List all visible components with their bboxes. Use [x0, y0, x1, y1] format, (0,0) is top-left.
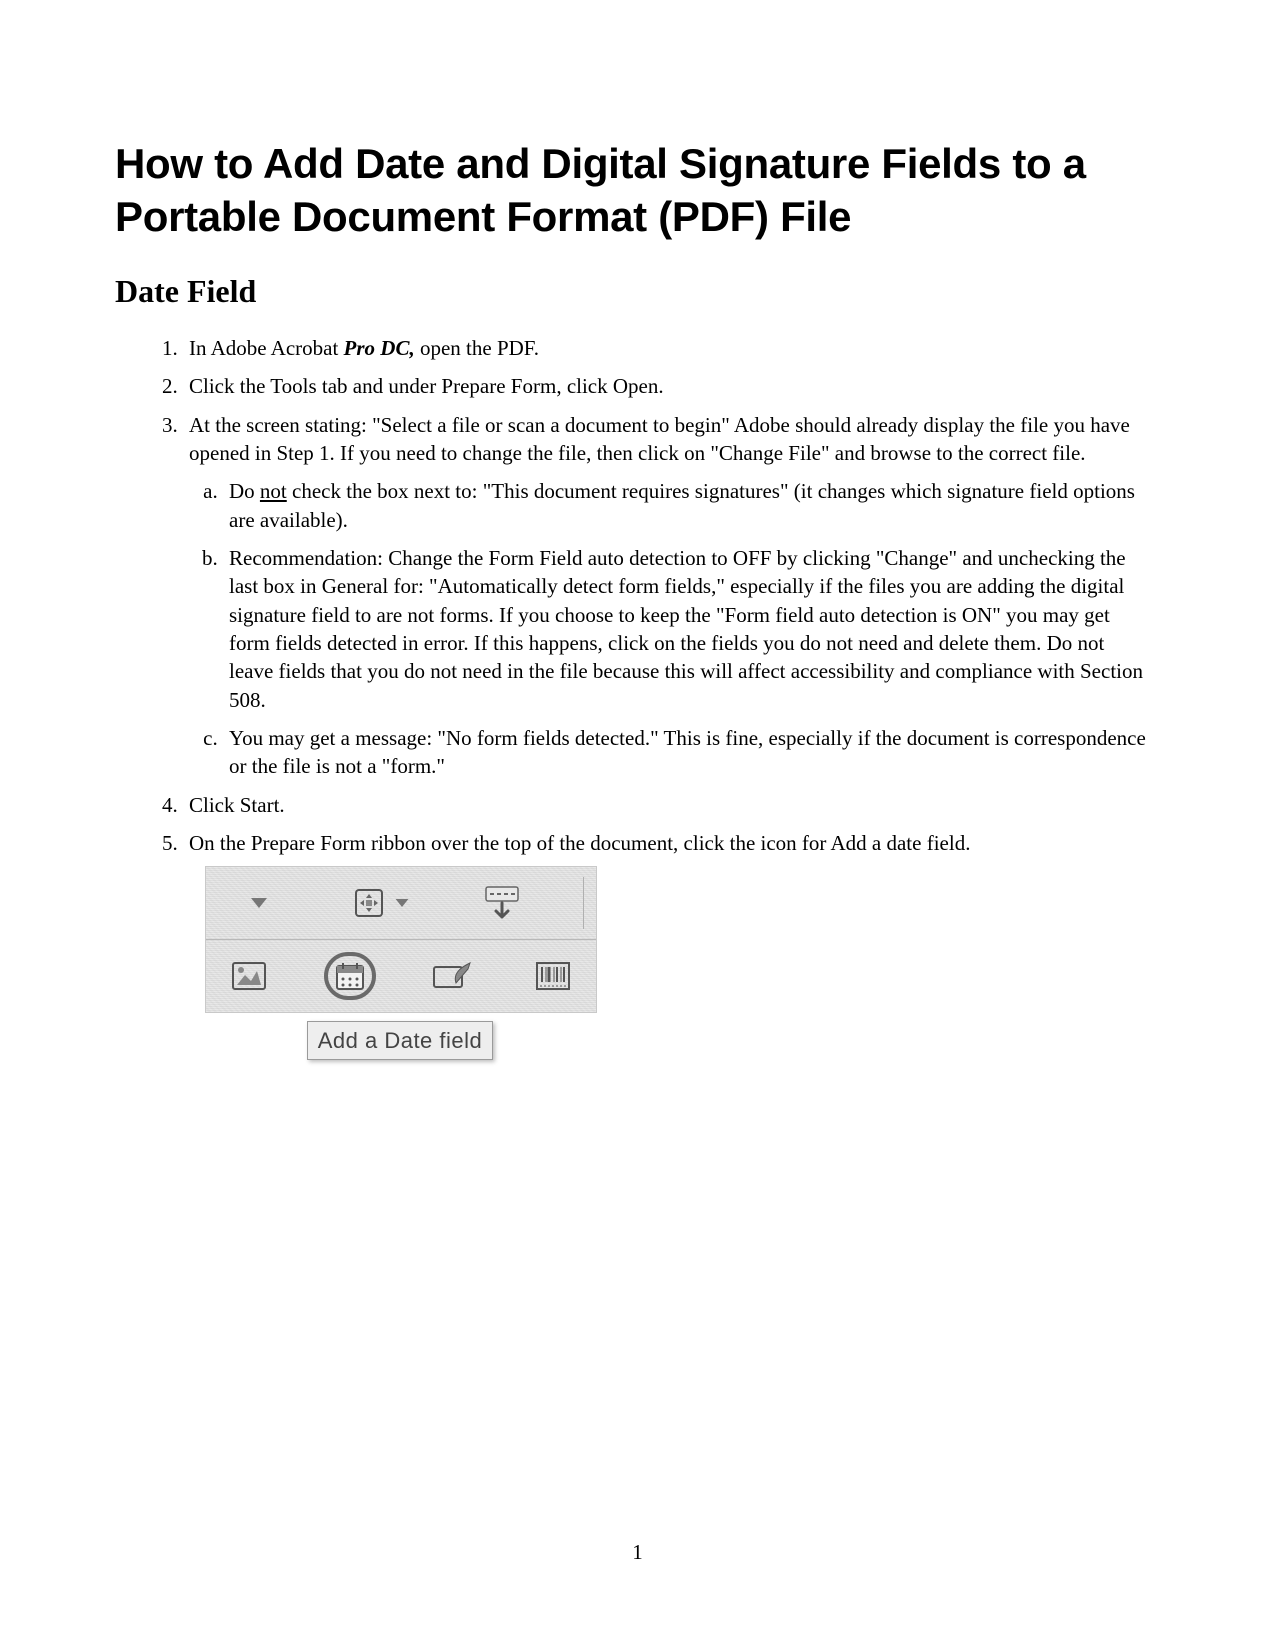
step-3a-underline: not [260, 479, 287, 503]
prepare-form-toolbar [205, 866, 597, 1013]
step-3b: Recommendation: Change the Form Field au… [223, 544, 1150, 714]
dropdown-arrow-icon [394, 897, 410, 909]
toolbar-separator [583, 877, 584, 929]
image-field-icon [231, 961, 267, 991]
step-5-text: On the Prepare Form ribbon over the top … [189, 831, 970, 855]
document-page: How to Add Date and Digital Signature Fi… [0, 0, 1275, 1060]
date-field-tooltip: Add a Date field [307, 1021, 494, 1061]
step-3c: You may get a message: "No form fields d… [223, 724, 1150, 781]
barcode-field-icon [536, 962, 570, 990]
page-number: 1 [0, 1540, 1275, 1565]
step-3-sublist: Do not check the box next to: "This docu… [189, 477, 1150, 780]
toolbar-barcode-field-tool[interactable] [523, 962, 585, 990]
signature-field-icon [432, 961, 472, 991]
dropdown-arrow-icon [249, 896, 269, 910]
step-1-text-pre: In Adobe Acrobat [189, 336, 344, 360]
step-3-text: At the screen stating: "Select a file or… [189, 413, 1130, 465]
date-field-highlight-circle [324, 952, 376, 1000]
steps-list: In Adobe Acrobat Pro DC, open the PDF. C… [155, 334, 1160, 1060]
toolbar-move-tool[interactable] [340, 886, 422, 920]
step-4: Click Start. [183, 791, 1150, 819]
text-field-arrow-icon [482, 883, 522, 923]
toolbar-image-field-tool[interactable] [218, 961, 280, 991]
toolbar-text-field-tool[interactable] [461, 883, 543, 923]
toolbar-row-2 [206, 939, 596, 1012]
step-3a-pre: Do [229, 479, 260, 503]
step-3a: Do not check the box next to: "This docu… [223, 477, 1150, 534]
step-1-emph: Pro DC, [344, 336, 415, 360]
step-2: Click the Tools tab and under Prepare Fo… [183, 372, 1150, 400]
step-3a-post: check the box next to: "This document re… [229, 479, 1135, 531]
page-title: How to Add Date and Digital Signature Fi… [115, 138, 1160, 243]
date-field-icon [334, 960, 366, 992]
step-1: In Adobe Acrobat Pro DC, open the PDF. [183, 334, 1150, 362]
tooltip-row: Add a Date field [205, 1021, 595, 1061]
step-5: On the Prepare Form ribbon over the top … [183, 829, 1150, 1060]
toolbar-figure: Add a Date field [205, 866, 1150, 1061]
move-handles-icon [352, 886, 386, 920]
step-1-text-post: open the PDF. [415, 336, 539, 360]
toolbar-date-field-tool[interactable] [320, 952, 382, 1000]
section-heading: Date Field [115, 273, 1160, 310]
toolbar-dropdown-1[interactable] [218, 896, 300, 910]
step-3: At the screen stating: "Select a file or… [183, 411, 1150, 781]
toolbar-signature-field-tool[interactable] [421, 961, 483, 991]
toolbar-row-1 [206, 867, 596, 939]
